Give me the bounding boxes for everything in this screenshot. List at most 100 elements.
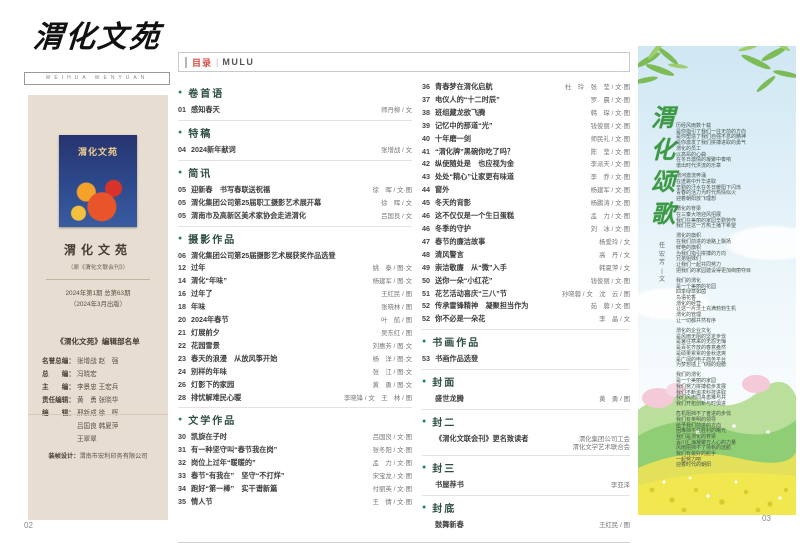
poem-title-char: 化 (650, 134, 676, 166)
toc-entry: 51花艺活动喜庆“三八”节孙晓蓉 / 文 沈 云 / 图 (422, 288, 630, 301)
entry-author: 孟 力 / 文·图 (591, 213, 630, 221)
entry-author: 杜 玲 张 莹 / 文·图 (565, 84, 630, 92)
section-heading: ●封三 (422, 460, 630, 475)
entry-title: 冬季的守护 (435, 223, 591, 236)
entry-page-number: 51 (422, 288, 435, 301)
toc-entry: 06渭化集团公司第25届摄影艺术展获奖作品选登 (178, 250, 412, 263)
design-credit-value: 渭南市宏利印务有限公司 (79, 453, 147, 460)
entry-author-line: 王红民 / 图 (599, 522, 630, 530)
entry-author: 师丹柳 / 文 (381, 107, 412, 115)
editorial-name-line: 黄 勇 张晓华 (77, 394, 118, 407)
entry-page-number: 45 (422, 197, 435, 210)
entry-author: 王红民 / 图 (381, 291, 412, 299)
former-name: （原《渭化文联会刊》） (28, 262, 168, 271)
entry-page-number: 39 (422, 120, 435, 133)
entry-page-number: 38 (422, 107, 435, 120)
poem-stanza: 危机阻挡不了奋进的步伐我们有英明的领导给予我们前进的方向困难挡不住胜利的曙光我们… (676, 412, 796, 469)
entry-page-number: 52 (422, 300, 435, 313)
entry-author-line: 钱俊丽 / 文·图 (591, 278, 630, 286)
entry-title: 过年了 (191, 288, 381, 301)
toc-entry: 30凯旋在子时吕国良 / 文·图 (178, 431, 412, 444)
toc-title-en: MULU (222, 57, 254, 67)
entry-title: 书画作品选登 (435, 353, 630, 366)
poem-stanza: 渭河激流奔涌在迸跳中升华进取辛勤的汗水在冬日暖阳下闪烁青春的活力为时代热情似火迎… (676, 174, 796, 203)
editorial-name-line: 冯晓宏 (77, 368, 97, 381)
entry-author: 高 丹 / 文 (599, 252, 630, 260)
editorial-name-line: 张增战 赵 强 (77, 355, 118, 368)
journal-name: 渭化文苑 (28, 241, 168, 258)
entry-author-line: 茹 蓉 / 文·图 (591, 303, 630, 311)
entry-author-line: 渭化文学艺术联合会 (572, 444, 630, 452)
entry-page-number: 06 (178, 250, 191, 263)
toc-entry: 16过年了王红民 / 图 (178, 288, 412, 301)
section-bullet-icon: ● (178, 89, 182, 96)
editorial-role: 名誉总编： (42, 355, 75, 368)
poem-author-char: 宏 (656, 251, 668, 260)
poem-body: 历经风雨数十载是你指引了我们一往无前的方向是你塑造了我们自强不息的精神是你激发了… (676, 124, 796, 474)
entry-author: 李亚泽 (611, 482, 630, 490)
poem-title-char: 颂 (650, 166, 676, 198)
toc-entry: 05渭化集团公司第25届职工摄影艺术展开幕徐 晖 / 文 (178, 197, 412, 210)
entry-title: 渭化“年味” (191, 275, 373, 288)
section-heading-label: 封二 (432, 414, 456, 429)
entry-author: 李派天 / 文·图 (591, 161, 630, 169)
toc-entry: 33春节“有我在” 坚守“不打烊”宋宝龙 / 文·图 (178, 470, 412, 483)
section-bullet-icon: ● (422, 464, 426, 471)
entry-page-number: 05 (178, 197, 191, 210)
entry-author: 张 江 / 图·文 (373, 369, 412, 377)
section-heading: ●书画作品 (422, 334, 630, 349)
entry-title: 鼓舞新春 (435, 519, 599, 532)
entry-author: 徐 晖 / 文 (381, 200, 412, 208)
entry-author-line: 张冬阳 / 文·图 (373, 447, 412, 455)
entry-title: 这不仅仅是一个生日蛋糕 (435, 210, 591, 223)
entry-author-line: 师丹柳 / 文 (381, 107, 412, 115)
toc-entry: 49崇洁敬廉 从“微”入手韩夏萍 / 文 (422, 262, 630, 275)
entry-author: 罗 晨 / 文·图 (591, 97, 630, 105)
entry-author-line: 杨爱玲 / 文 (599, 239, 630, 247)
magazine-logo: 渭化文苑 (22, 8, 172, 70)
entry-page-number: 47 (422, 236, 435, 249)
toc-entry: 21灯展前夕吴东红 / 图 (178, 327, 412, 340)
entry-page-number: 52 (422, 313, 435, 326)
editorial-role: 总 编： (42, 368, 75, 381)
entry-author-line: 吕国良 / 文 (381, 213, 412, 221)
entry-author-line: 叶 航 / 图 (381, 317, 412, 325)
entry-author-line: 孟 力 / 文·图 (373, 460, 412, 468)
entry-title: 迎新春 书写春联送祝福 (191, 184, 373, 197)
section-heading: ●摄影作品 (178, 231, 412, 246)
poem-line: 迎着时代的朝阳 (676, 463, 796, 469)
toc-entry: 22花园雪景刘惠芳 / 图·文 (178, 340, 412, 353)
entry-title: 有一种坚守叫“春节我在岗” (191, 444, 373, 457)
editorial-names: 邢新成 徐 晖吕国良 韩夏萍王翠翠 (77, 407, 118, 446)
entry-title: 渭南市及高新区美术家协会走进渭化 (191, 210, 381, 223)
entry-page-number: 23 (178, 353, 191, 366)
entry-author-line: 吕国良 / 文·图 (373, 434, 412, 442)
design-credit: 装帧设计：渭南市宏利印务有限公司 (28, 451, 168, 460)
entry-title: 盛世龙腾 (435, 393, 599, 406)
editorial-role: 责任编辑： (42, 394, 75, 407)
poem-stanza: 历经风雨数十载是你指引了我们一往无前的方向是你塑造了我们自强不息的精神是你激发了… (676, 124, 796, 170)
page-number-left: 02 (24, 521, 33, 530)
entry-page-number: 53 (422, 353, 435, 366)
poem-line: 我们在这一方热土播下希望 (676, 224, 796, 230)
entry-author-line: 黄 勇 / 图·文 (373, 382, 412, 390)
entry-author-line: 付丽英 / 文·图 (373, 486, 412, 494)
toc-entry: 52传承雷锋精神 凝聚担当作为茹 蓉 / 文·图 (422, 300, 630, 313)
header-separator: | (216, 57, 218, 67)
entry-author-line: 孟 力 / 文·图 (591, 213, 630, 221)
entry-page-number: 22 (178, 340, 191, 353)
design-credit-label: 装帧设计： (49, 453, 80, 460)
entry-author-line: 徐 晖 / 文 (381, 200, 412, 208)
section-bullet-icon: ● (422, 418, 426, 425)
toc-entry: 32岗位上过年“暖暖的”孟 力 / 文·图 (178, 457, 412, 470)
entry-author: 吴东红 / 图 (381, 330, 412, 338)
poem-title-vertical: 渭化颂歌 (650, 102, 676, 230)
toc-entry: 26灯影下的家园黄 勇 / 图·文 (178, 379, 412, 392)
entry-page-number: 41 (422, 146, 435, 159)
entry-title: 电仪人的“十二时辰” (435, 94, 591, 107)
entry-page-number: 05 (178, 210, 191, 223)
section-heading-label: 特稿 (188, 125, 212, 140)
entry-author: 师民礼 / 文·图 (591, 136, 630, 144)
toc-entry: 36青春梦在渭化启航杜 玲 张 莹 / 文·图 (422, 81, 630, 94)
entry-page-number: 33 (178, 470, 191, 483)
